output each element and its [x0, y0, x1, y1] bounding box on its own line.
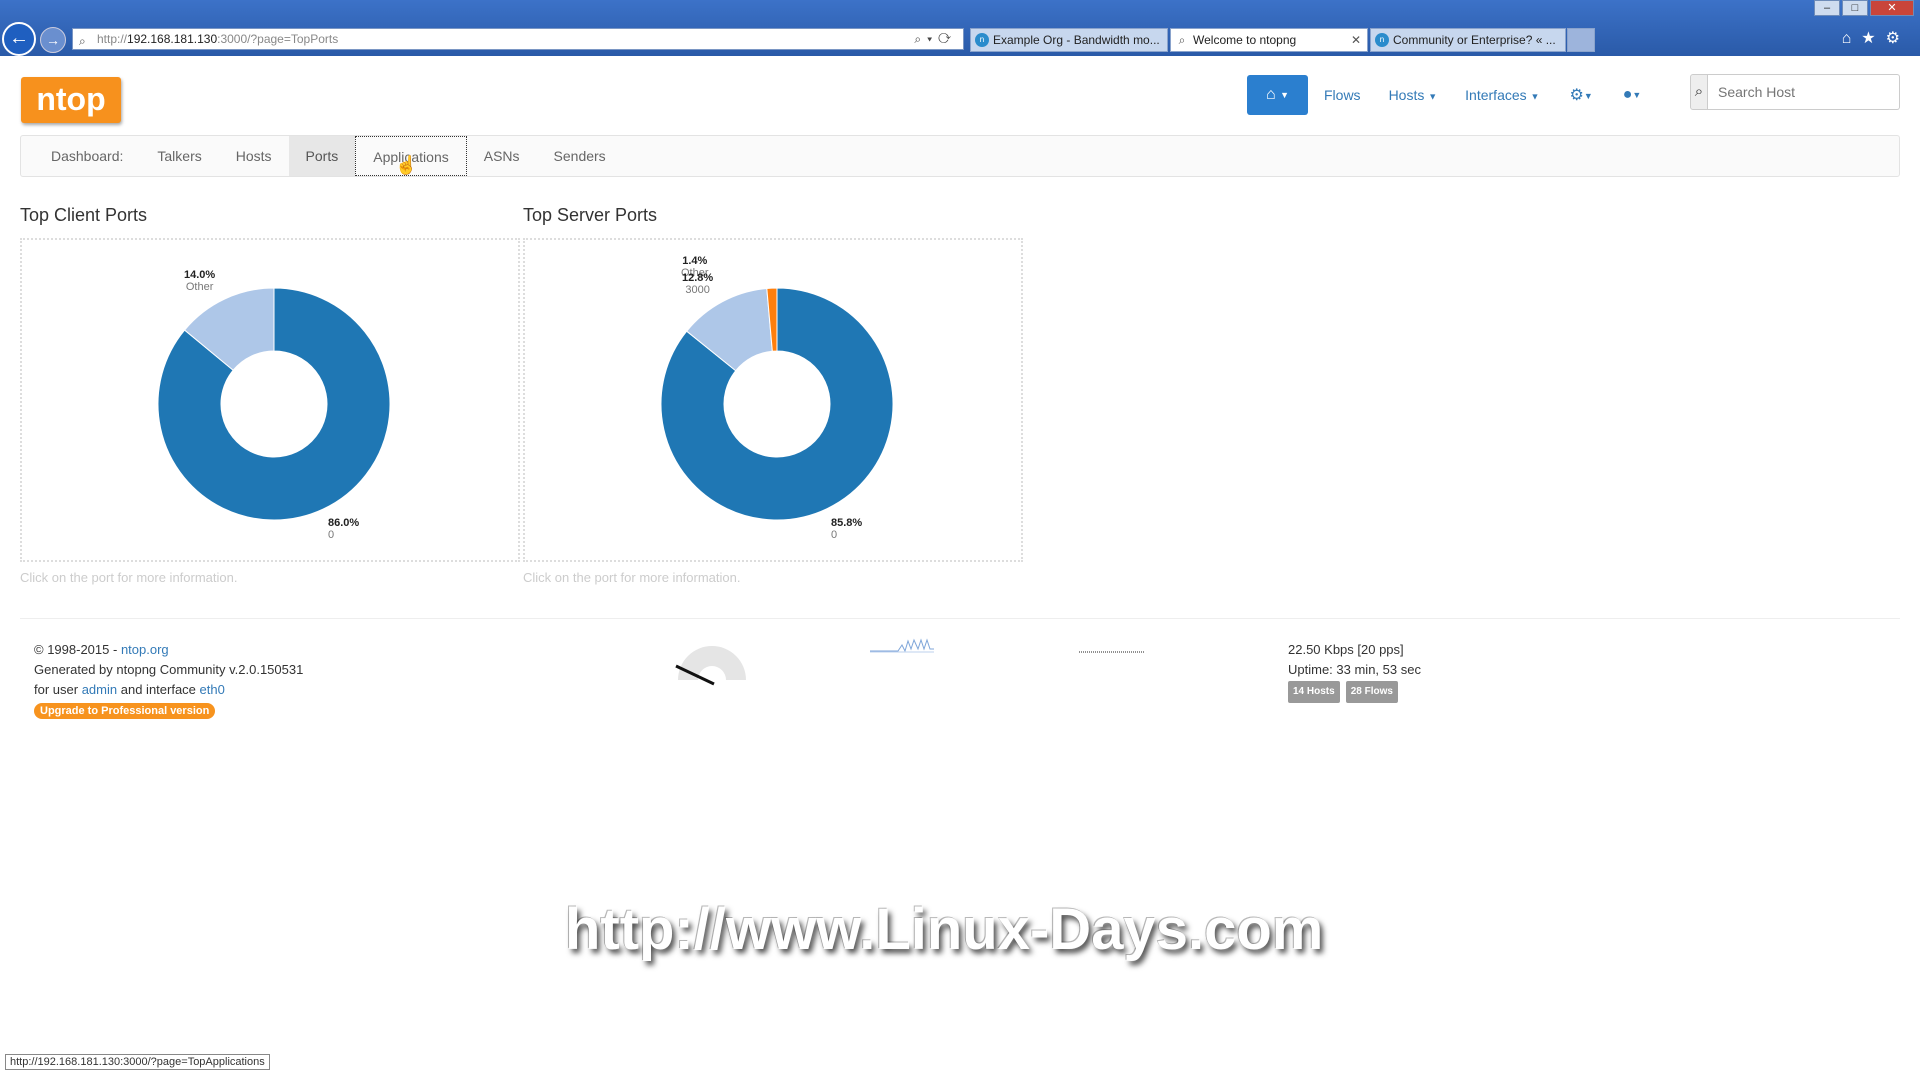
url-host: 192.168.181.130 [127, 32, 218, 46]
nav-interfaces[interactable]: Interfaces ▼ [1465, 87, 1539, 103]
traffic-sparkline [870, 638, 934, 653]
subnav-senders[interactable]: Senders [537, 136, 623, 176]
server-ports-pie[interactable] [525, 240, 1021, 560]
top-navigation: ⌂ ▼ Flows Hosts ▼ Interfaces ▼ ⚙▼ ●▼ [1247, 75, 1641, 115]
nav-hosts-label: Hosts [1388, 87, 1425, 103]
subnav-asns[interactable]: ASNs [467, 136, 537, 176]
new-tab-button[interactable] [1567, 28, 1595, 52]
client-other-name: Other [185, 281, 214, 293]
url-rest: :3000/?page=TopPorts [217, 32, 339, 46]
browser-tab-active[interactable]: ⌕ Welcome to ntopng ✕ [1170, 28, 1368, 52]
address-bar[interactable]: ⌕ http://192.168.181.130:3000/?page=TopP… [72, 28, 964, 50]
uptime-text: Uptime: 33 min, 53 sec [1288, 662, 1421, 677]
window-controls: – □ ✕ [1814, 0, 1914, 16]
search-icon: ⌕ [1690, 74, 1708, 110]
back-icon[interactable]: ← [2, 22, 36, 56]
ntop-logo[interactable]: ntop [21, 77, 121, 123]
server-help-text: Click on the port for more information. [523, 570, 741, 585]
server-label-3000[interactable]: 12.8% 3000 [682, 272, 713, 296]
client-ports-title: Top Client Ports [20, 205, 148, 225]
flows-badge[interactable]: 28 Flows [1345, 681, 1398, 703]
subnav-dashboard-label: Dashboard: [51, 148, 124, 164]
subnav-ports[interactable]: Ports [288, 136, 356, 176]
tab-label: Example Org - Bandwidth mo... [993, 33, 1160, 47]
throughput-gauge [675, 646, 746, 686]
nav-interfaces-label: Interfaces [1465, 87, 1527, 103]
client-label-other[interactable]: 14.0% Other [184, 269, 215, 293]
client-other-pct: 14.0% [184, 269, 216, 281]
server-other-pct: 1.4% [682, 255, 708, 267]
client-0-pct: 86.0% [328, 517, 360, 529]
home-button[interactable]: ⌂ ▼ [1247, 75, 1308, 115]
search-host-group: ⌕ [1690, 74, 1900, 110]
url-prefix: http:// [97, 32, 128, 46]
client-ports-chart: 14.0% Other 86.0% 0 [20, 238, 520, 562]
dashboard-subnav: Dashboard: Talkers Hosts Ports Applicati… [20, 135, 1900, 177]
ntop-favicon-icon: n [975, 33, 989, 47]
throughput-text: 22.50 Kbps [20 pps] [1288, 642, 1404, 657]
minimize-button[interactable]: – [1814, 0, 1840, 16]
server-0-name: 0 [831, 529, 838, 541]
tab-label: Community or Enterprise? « ... [1393, 33, 1556, 47]
search-icon: ⌕ [1178, 33, 1186, 47]
browser-tool-icons[interactable]: ⌂★⚙ [1842, 28, 1910, 48]
settings-menu-icon[interactable]: ⚙▼ [1569, 85, 1592, 105]
client-label-0[interactable]: 86.0% 0 [328, 517, 359, 541]
address-tools-icon[interactable]: ⌕▾⟳ [914, 29, 957, 49]
for-user-text: for user [34, 682, 79, 697]
user-menu-icon[interactable]: ●▼ [1623, 86, 1642, 104]
server-3000-name: 3000 [685, 284, 710, 296]
maximize-button[interactable]: □ [1842, 0, 1868, 16]
forward-icon[interactable]: → [40, 27, 66, 53]
browser-tab[interactable]: n Community or Enterprise? « ... [1370, 28, 1566, 52]
interface-link[interactable]: eth0 [200, 682, 225, 697]
upgrade-button[interactable]: Upgrade to Professional version [34, 703, 216, 719]
search-icon: ⌕ [79, 34, 86, 48]
close-tab-icon[interactable]: ✕ [1351, 29, 1361, 51]
server-0-pct: 85.8% [831, 517, 863, 529]
client-help-text: Click on the port for more information. [20, 570, 238, 585]
ntop-site-link[interactable]: ntop.org [121, 642, 169, 657]
server-ports-chart: 1.4% Other 12.8% 3000 85.8% 0 [523, 238, 1023, 562]
close-window-button[interactable]: ✕ [1870, 0, 1914, 16]
generated-by-text: Generated by ntopng Community v.2.0.1505… [34, 662, 304, 677]
status-bar-url: http://192.168.181.130:3000/?page=TopApp… [5, 1054, 270, 1070]
hosts-sparkline [1079, 651, 1144, 653]
ntop-favicon-icon: n [1375, 33, 1389, 47]
footer-stats: 22.50 Kbps [20 pps] Uptime: 33 min, 53 s… [1288, 640, 1421, 703]
browser-tab[interactable]: n Example Org - Bandwidth mo... [970, 28, 1168, 52]
tab-label: Welcome to ntopng [1193, 33, 1297, 47]
watermark-text: http://www.Linux-Days.com [565, 897, 1324, 962]
caret-down-icon: ▼ [1530, 91, 1540, 102]
footer-divider [20, 618, 1900, 619]
hand-cursor-icon: ☝ [395, 155, 418, 175]
footer-info: © 1998-2015 - ntop.org Generated by ntop… [34, 640, 303, 720]
search-host-input[interactable] [1708, 74, 1900, 110]
server-label-0[interactable]: 85.8% 0 [831, 517, 862, 541]
hosts-badge[interactable]: 14 Hosts [1288, 681, 1340, 703]
nav-hosts[interactable]: Hosts ▼ [1389, 87, 1438, 103]
client-0-name: 0 [328, 529, 335, 541]
caret-down-icon: ▼ [1428, 91, 1438, 102]
nav-flows[interactable]: Flows [1324, 87, 1361, 103]
server-ports-title: Top Server Ports [523, 205, 658, 225]
subnav-hosts[interactable]: Hosts [219, 136, 289, 176]
copyright-text: © 1998-2015 - [34, 642, 118, 657]
server-3000-pct: 12.8% [682, 272, 714, 284]
and-interface-text: and interface [120, 682, 196, 697]
user-link[interactable]: admin [82, 682, 117, 697]
subnav-talkers[interactable]: Talkers [140, 136, 218, 176]
client-ports-pie[interactable] [22, 240, 518, 560]
browser-chrome: – □ ✕ ← → ⌕ http://192.168.181.130:3000/… [0, 0, 1920, 56]
